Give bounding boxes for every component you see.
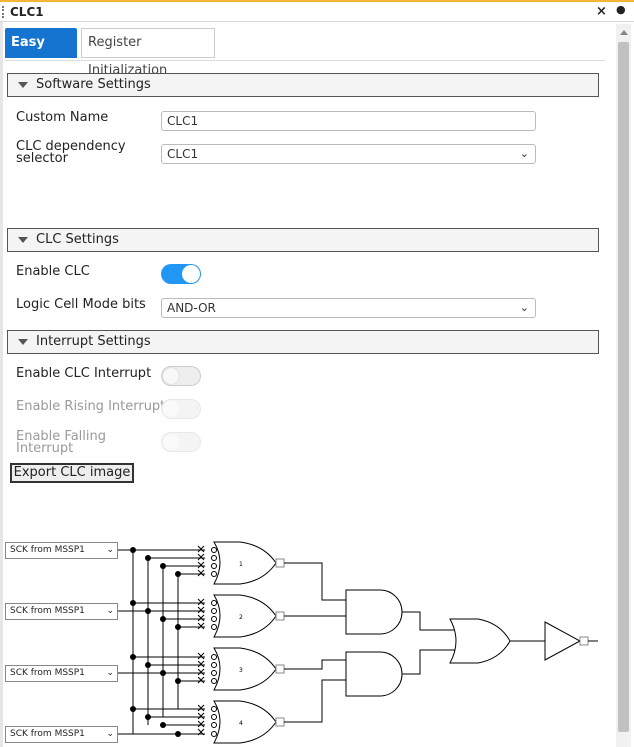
logic-mode-label: Logic Cell Mode bits: [16, 297, 146, 312]
and-gate-2: [345, 651, 403, 697]
enable-interrupt-label: Enable CLC Interrupt: [16, 366, 152, 381]
gate-number-3: 3: [239, 667, 243, 674]
tab-register-initialization[interactable]: Register Initialization: [81, 28, 215, 78]
enable-clc-label: Enable CLC: [16, 264, 90, 279]
tab-easy-view[interactable]: Easy View: [5, 28, 77, 80]
pin-icon[interactable]: ●: [616, 3, 626, 16]
dependency-select[interactable]: CLC1 ⌄: [161, 144, 536, 164]
custom-name-input[interactable]: CLC1: [161, 111, 536, 131]
dependency-value: CLC1: [167, 147, 199, 161]
rising-interrupt-toggle[interactable]: [161, 399, 201, 419]
chevron-down-icon: ⌄: [519, 147, 529, 160]
gate-number-2: 2: [239, 614, 243, 621]
export-clc-image-button[interactable]: Export CLC image: [10, 463, 134, 483]
toggle-knob: [163, 368, 179, 384]
output-buffer: [544, 621, 582, 661]
clc-logic-diagram: 1 2 3 4: [118, 541, 598, 744]
logic-mode-select[interactable]: AND-OR ⌄: [161, 298, 536, 318]
falling-interrupt-label-line2: Interrupt: [16, 441, 74, 456]
section-title: Software Settings: [36, 77, 151, 92]
collapse-triangle-icon[interactable]: [18, 82, 28, 88]
or-gate-4: [213, 700, 277, 744]
tab-divider: [5, 60, 605, 61]
section-title: CLC Settings: [36, 232, 119, 247]
or-gate-1: [213, 541, 277, 585]
falling-interrupt-toggle[interactable]: [161, 432, 201, 452]
gate-number-1: 1: [239, 561, 243, 568]
section-clc-settings[interactable]: CLC Settings: [7, 228, 599, 252]
or-gate-3: [213, 647, 277, 691]
final-or-gate: [449, 618, 511, 664]
toggle-knob: [163, 401, 179, 417]
window-title: CLC1: [10, 5, 44, 19]
section-interrupt-settings[interactable]: Interrupt Settings: [7, 330, 599, 354]
logic-mode-value: AND-OR: [167, 301, 216, 315]
section-software-settings[interactable]: Software Settings: [7, 73, 599, 97]
dependency-label-line2: selector: [16, 151, 68, 166]
close-icon[interactable]: ×: [596, 4, 607, 19]
scroll-up-icon[interactable]: [620, 30, 628, 35]
grip-icon[interactable]: [2, 6, 6, 18]
enable-clc-toggle[interactable]: [161, 264, 201, 284]
gate-number-4: 4: [239, 720, 243, 727]
toggle-knob: [163, 434, 179, 450]
scroll-thumb[interactable]: [618, 42, 629, 732]
chevron-down-icon: ⌄: [519, 301, 529, 314]
custom-name-label: Custom Name: [16, 110, 109, 125]
section-title: Interrupt Settings: [36, 334, 151, 349]
and-gate-1: [345, 589, 403, 635]
toggle-knob: [182, 265, 200, 283]
collapse-triangle-icon[interactable]: [18, 339, 28, 345]
collapse-triangle-icon[interactable]: [18, 237, 28, 243]
or-gate-2: [213, 594, 277, 638]
window-titlebar: CLC1 × ●: [0, 0, 634, 22]
vertical-scrollbar[interactable]: [616, 24, 631, 747]
rising-interrupt-label: Enable Rising Interrupt: [16, 399, 166, 414]
enable-interrupt-toggle[interactable]: [161, 366, 201, 386]
custom-name-value: CLC1: [167, 114, 199, 128]
